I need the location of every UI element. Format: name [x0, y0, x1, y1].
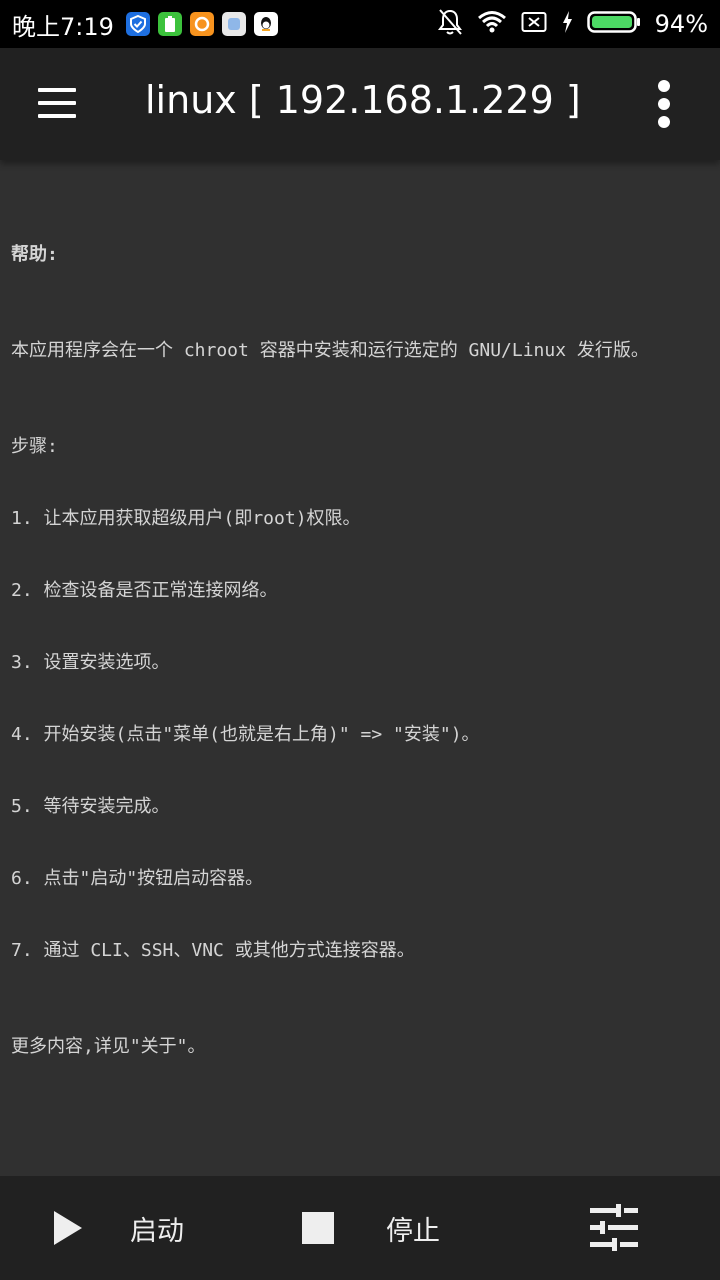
status-right: 94%	[437, 0, 708, 48]
settings-sliders-icon[interactable]	[588, 1204, 640, 1252]
page-title: linux [ 192.168.1.229 ]	[145, 78, 581, 122]
bell-off-icon	[437, 8, 463, 40]
stop-button[interactable]: 停止	[302, 1176, 440, 1280]
step-item: 7. 通过 CLI、SSH、VNC 或其他方式连接容器。	[11, 940, 415, 961]
help-text: 帮助: 本应用程序会在一个 chroot 容器中安装和运行选定的 GNU/Lin…	[11, 195, 691, 1083]
battery-percent: 94%	[654, 10, 708, 38]
steps-heading: 步骤:	[11, 436, 58, 457]
charging-bolt-icon	[561, 10, 573, 38]
step-item: 2. 检查设备是否正常连接网络。	[11, 580, 278, 601]
bottom-toolbar: 启动 停止	[0, 1176, 720, 1280]
no-sim-icon	[521, 11, 547, 37]
play-icon	[52, 1210, 84, 1246]
wifi-icon	[477, 10, 507, 38]
status-time: 晚上7:19	[12, 12, 114, 41]
step-item: 3. 设置安装选项。	[11, 652, 170, 673]
battery-app-icon	[157, 12, 182, 36]
status-app-icons	[125, 12, 278, 36]
battery-icon	[586, 10, 641, 38]
overflow-menu-icon[interactable]	[650, 80, 678, 128]
menu-icon[interactable]	[38, 88, 76, 118]
more-info: 更多内容,详见"关于"。	[11, 1036, 206, 1057]
help-heading: 帮助:	[11, 244, 58, 265]
step-item: 5. 等待安装完成。	[11, 796, 170, 817]
status-bar: 晚上7:19 94%	[0, 0, 720, 48]
shield-icon	[125, 12, 150, 36]
square-app-icon	[221, 12, 246, 36]
stop-label: 停止	[386, 1215, 440, 1247]
uc-browser-icon	[189, 12, 214, 36]
step-item: 4. 开始安装(点击"菜单(也就是右上角)" => "安装")。	[11, 724, 480, 745]
stop-icon	[302, 1212, 334, 1244]
step-item: 6. 点击"启动"按钮启动容器。	[11, 868, 264, 889]
app-bar: linux [ 192.168.1.229 ]	[0, 48, 720, 160]
start-button[interactable]: 启动	[52, 1176, 184, 1280]
help-intro: 本应用程序会在一个 chroot 容器中安装和运行选定的 GNU/Linux 发…	[11, 340, 649, 361]
start-label: 启动	[130, 1215, 184, 1247]
step-item: 1. 让本应用获取超级用户(即root)权限。	[11, 508, 361, 529]
qq-icon	[253, 12, 278, 36]
